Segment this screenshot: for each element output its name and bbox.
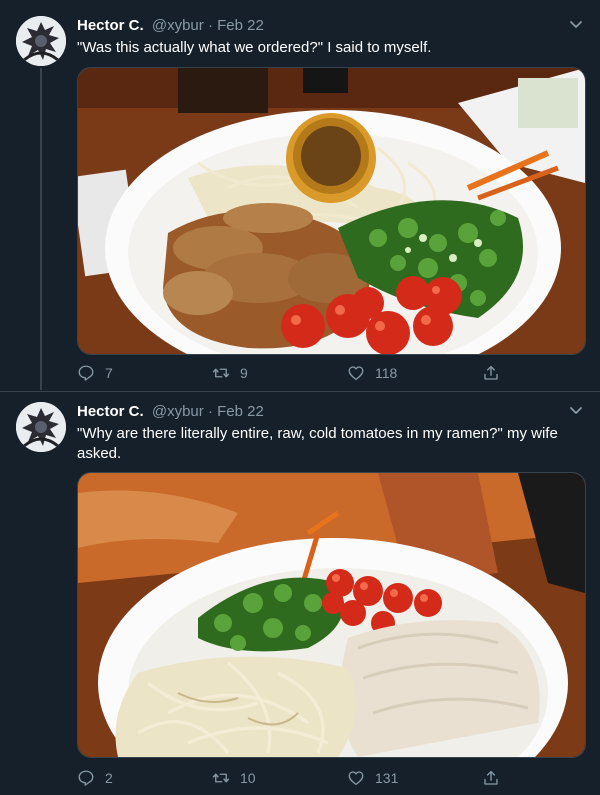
retweet-count: 10 xyxy=(240,770,256,786)
retweet-button[interactable]: 9 xyxy=(212,364,248,382)
reply-count: 2 xyxy=(105,770,113,786)
avatar-image xyxy=(16,402,66,452)
retweet-button[interactable]: 10 xyxy=(212,769,256,787)
avatar[interactable] xyxy=(16,16,66,66)
reply-icon xyxy=(78,365,94,381)
timeline: Hector C. @xybur · Feb 22 "Was this actu… xyxy=(0,0,600,795)
like-count: 131 xyxy=(375,770,399,786)
like-icon xyxy=(348,771,364,786)
tweet[interactable]: Hector C. @xybur · Feb 22 "Was this actu… xyxy=(0,0,600,392)
tweet-actions: 7 9 118 xyxy=(77,363,517,383)
avatar-image xyxy=(16,16,66,66)
retweet-count: 9 xyxy=(240,365,248,381)
share-button[interactable] xyxy=(482,364,500,382)
reply-count: 7 xyxy=(105,365,113,381)
author-name[interactable]: Hector C. xyxy=(77,403,144,420)
author-handle[interactable]: @xybur xyxy=(152,403,204,420)
tweet-header: Hector C. @xybur · Feb 22 xyxy=(77,403,264,421)
ramen-photo xyxy=(78,473,585,757)
author-name[interactable]: Hector C. xyxy=(77,17,144,34)
tweet-text: "Was this actually what we ordered?" I s… xyxy=(77,39,432,56)
tweet-date[interactable]: Feb 22 xyxy=(217,403,264,420)
header-separator: · xyxy=(207,17,213,34)
ramen-photo xyxy=(78,68,585,354)
author-handle[interactable]: @xybur xyxy=(152,17,204,34)
share-button[interactable] xyxy=(482,769,500,787)
chevron-down-icon xyxy=(570,407,582,414)
reply-button[interactable]: 7 xyxy=(77,364,113,382)
reply-icon xyxy=(78,770,94,786)
share-icon xyxy=(484,365,498,380)
tweet-photo[interactable] xyxy=(77,67,586,355)
like-count: 118 xyxy=(375,365,398,381)
tweet-text: "Why are there literally entire, raw, co… xyxy=(77,425,558,462)
like-icon xyxy=(348,366,364,381)
tweet-header: Hector C. @xybur · Feb 22 xyxy=(77,17,264,35)
header-separator: · xyxy=(207,403,213,420)
more-options-button[interactable] xyxy=(568,402,584,418)
tweet[interactable]: Hector C. @xybur · Feb 22 "Why are there… xyxy=(0,392,600,795)
chevron-down-icon xyxy=(570,21,582,28)
like-button[interactable]: 131 xyxy=(347,769,398,787)
tweet-photo[interactable] xyxy=(77,472,586,758)
avatar[interactable] xyxy=(16,402,66,452)
more-options-button[interactable] xyxy=(568,16,584,32)
tweet-actions: 2 10 131 xyxy=(77,768,517,788)
reply-button[interactable]: 2 xyxy=(77,769,113,787)
retweet-icon xyxy=(212,773,230,783)
retweet-icon xyxy=(212,368,230,378)
like-button[interactable]: 118 xyxy=(347,364,397,382)
tweet-date[interactable]: Feb 22 xyxy=(217,17,264,34)
share-icon xyxy=(484,770,498,785)
